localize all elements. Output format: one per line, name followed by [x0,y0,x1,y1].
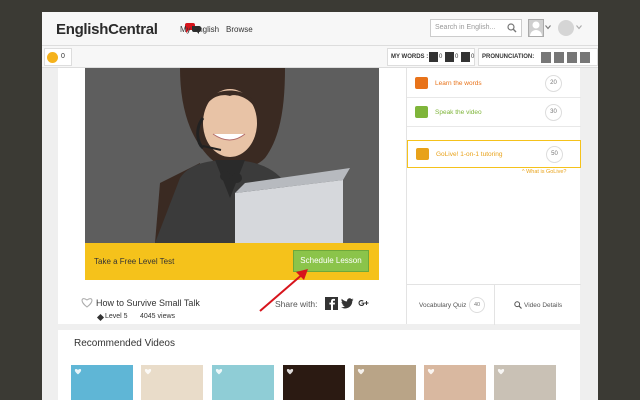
twitter-icon[interactable] [341,297,354,310]
video-title: How to Survive Small Talk [96,298,200,308]
recommended-video-thumb[interactable] [494,365,556,400]
sidebar-footer: Vocabulary Quiz 40 Video Details [407,284,581,325]
nav-my-english[interactable]: My English [180,25,219,34]
video-player[interactable] [85,68,379,243]
video-thumbnail [85,68,379,243]
recommended-video-thumb[interactable] [71,365,133,400]
divider [494,285,495,325]
avatar[interactable] [528,19,544,37]
vocabulary-quiz-count: 40 [469,297,485,313]
star-icon [47,52,58,63]
activity-count: 30 [545,104,562,121]
activity-label: GoLive! 1-on-1 tutoring [436,151,503,158]
chevron-down-icon[interactable] [545,24,551,30]
nav-browse[interactable]: Browse [226,25,253,34]
heart-icon[interactable] [427,368,435,375]
recommended-video-thumb[interactable] [212,365,274,400]
pronunciation-button-3[interactable] [567,52,577,63]
logo[interactable]: EnglishCentral [56,21,158,38]
activity-speak-video[interactable]: Speak the video 30 [407,99,581,127]
search-icon [514,301,522,309]
video-level: Level 5 [105,313,128,320]
video-details-link[interactable]: Video Details [524,302,562,309]
pronunciation-button-1[interactable] [541,52,551,63]
top-navbar: EnglishCentral My English Browse Search … [42,12,598,46]
user-silhouette-icon [530,21,542,36]
recommended-video-thumb[interactable] [354,365,416,400]
vocabulary-quiz-link[interactable]: Vocabulary Quiz [419,302,466,309]
google-plus-icon[interactable] [357,297,370,310]
share-label: Share with: [275,299,318,309]
level-test-text[interactable]: Take a Free Level Test [94,257,174,266]
chevron-down-icon[interactable] [576,24,582,30]
heart-icon[interactable] [497,368,505,375]
heart-icon[interactable] [81,297,93,308]
search-box[interactable]: Search in English... [430,19,522,37]
activity-golive[interactable]: GoLive! 1-on-1 tutoring 50 [407,140,581,168]
recommended-videos: Recommended Videos [58,330,580,400]
activity-sidebar: Learn the words 20 Speak the video 30 Go… [406,68,581,325]
heart-icon[interactable] [357,368,365,375]
level-test-banner: Take a Free Level Test Schedule Lesson [85,243,379,280]
main-panel: Take a Free Level Test Schedule Lesson H… [58,68,581,325]
level-icon [96,313,105,322]
pronunciation-button-2[interactable] [554,52,564,63]
my-words-count-2: 0 [455,54,459,60]
word-mastered-icon[interactable] [461,52,470,62]
app-frame: EnglishCentral My English Browse Search … [42,12,598,400]
globe-icon[interactable] [558,20,574,36]
facebook-icon[interactable] [325,297,338,310]
word-card-icon[interactable] [445,52,454,62]
recommended-title: Recommended Videos [74,338,175,349]
search-icon[interactable] [507,23,517,33]
heart-icon[interactable] [215,368,223,375]
recommended-video-thumb[interactable] [141,365,203,400]
star-badge[interactable]: 0 [44,48,72,66]
activity-count: 20 [545,75,562,92]
pronunciation-button-4[interactable] [580,52,590,63]
recommended-video-thumb[interactable] [283,365,345,400]
heart-icon[interactable] [286,368,294,375]
stats-bar: 0 MY WORDS : 0 0 0 PRONUNCIATION: [42,46,598,68]
star-count: 0 [61,53,65,60]
activity-count: 50 [546,146,563,163]
heart-icon[interactable] [144,368,152,375]
video-views: 4045 views [140,313,176,320]
golive-link-text: What is GoLive? [526,169,567,175]
activity-learn-words[interactable]: Learn the words 20 [407,70,581,98]
what-is-golive-link[interactable]: ^ What is GoLive? [522,169,566,175]
my-words-count-3: 0 [471,54,475,60]
recommended-video-thumb[interactable] [424,365,486,400]
word-list-icon[interactable] [429,52,438,62]
keyboard-icon [415,77,428,89]
search-input[interactable]: Search in English... [435,24,495,31]
chat-icon [416,148,429,160]
speak-icon [415,106,428,118]
my-words-count-1: 0 [439,54,443,60]
activity-label: Speak the video [435,109,482,116]
pronunciation-panel[interactable]: PRONUNCIATION: [478,48,598,66]
heart-icon[interactable] [74,368,82,375]
pronunciation-label: PRONUNCIATION: [482,54,535,60]
my-words-label: MY WORDS : [391,54,429,60]
activity-label: Learn the words [435,80,482,87]
my-words-panel[interactable]: MY WORDS : 0 0 0 [387,48,475,66]
